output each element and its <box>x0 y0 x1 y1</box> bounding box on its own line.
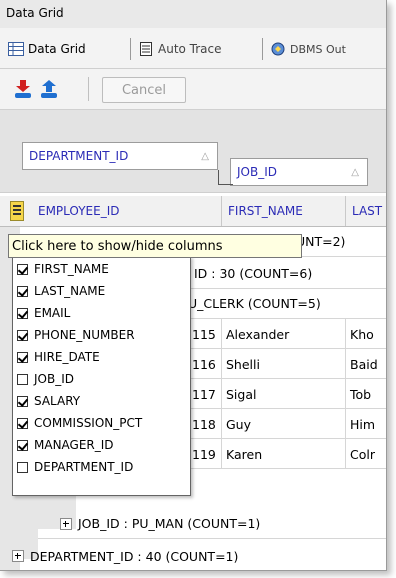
column-option[interactable]: PHONE_NUMBER <box>17 325 135 345</box>
column-option-label: PHONE_NUMBER <box>34 328 135 342</box>
group-chip-department-id[interactable]: DEPARTMENT_ID △ <box>22 142 218 170</box>
checkbox[interactable] <box>17 263 28 275</box>
download-icon[interactable] <box>14 79 32 99</box>
column-option-label: FIRST_NAME <box>34 262 109 276</box>
group-by-panel: DEPARTMENT_ID △ JOB_ID △ <box>0 110 386 193</box>
cell-last-name: Kho <box>350 326 374 342</box>
dbms-output-icon <box>271 42 285 56</box>
cell-employee-id: 116 <box>188 349 222 379</box>
tab-dbms-output[interactable]: DBMS Out <box>270 37 346 61</box>
column-option[interactable]: EMAIL <box>17 303 70 323</box>
group-chip-label: DEPARTMENT_ID <box>29 149 129 163</box>
group-row-label: JOB_ID : PU_MAN (COUNT=1) <box>78 516 261 531</box>
checkbox[interactable] <box>17 285 28 297</box>
cell-last-name: Tob <box>350 386 372 402</box>
sort-asc-icon: △ <box>351 167 359 178</box>
window-title: Data Grid <box>6 6 64 20</box>
group-row-label: U_CLERK (COUNT=5) <box>188 296 321 311</box>
column-option[interactable]: FIRST_NAME <box>17 259 109 279</box>
column-option[interactable]: SALARY <box>17 391 80 411</box>
cell-first-name: Guy <box>222 409 346 439</box>
column-header-employee-id[interactable]: EMPLOYEE_ID <box>28 196 222 226</box>
checkbox[interactable] <box>17 307 28 319</box>
tab-separator <box>262 38 263 60</box>
column-option[interactable]: COMMISSION_PCT <box>17 413 142 433</box>
group-chip-label: JOB_ID <box>237 165 277 179</box>
toolbar-separator <box>88 77 89 101</box>
checkbox[interactable] <box>17 417 28 429</box>
cell-first-name: Shelli <box>222 349 346 379</box>
cancel-button[interactable]: Cancel <box>102 77 186 103</box>
grid-icon <box>8 42 24 56</box>
column-option[interactable]: MANAGER_ID <box>17 435 114 455</box>
checkbox[interactable] <box>17 461 28 473</box>
cell-employee-id: 118 <box>188 409 222 439</box>
group-connector <box>218 170 233 185</box>
tab-strip: Data Grid Auto Trace DBMS Out <box>0 28 386 69</box>
column-header-last-name[interactable]: LAST <box>346 196 386 226</box>
column-option-label: EMAIL <box>34 306 71 320</box>
upload-icon[interactable] <box>40 79 58 99</box>
checkbox[interactable] <box>17 373 28 385</box>
cell-employee-id: 115 <box>188 319 222 349</box>
cell-last-name: Baid <box>350 356 378 372</box>
group-row-label: DEPARTMENT_ID : 40 (COUNT=1) <box>30 548 239 564</box>
expand-icon[interactable] <box>60 517 72 530</box>
column-option-label: SALARY <box>34 394 81 408</box>
data-grid-window: Data Grid Data Grid Auto Trace DBMS Out … <box>0 0 387 571</box>
column-option-label: DEPARTMENT_ID <box>34 460 134 474</box>
cell-last-name: Him <box>350 416 376 432</box>
tab-auto-trace-label: Auto Trace <box>158 42 222 56</box>
group-row[interactable]: JOB_ID : PU_MAN (COUNT=1) <box>38 509 386 539</box>
column-option[interactable]: JOB_ID <box>17 369 74 389</box>
sort-asc-icon: △ <box>201 151 209 162</box>
cell-employee-id: 119 <box>188 439 222 469</box>
column-chooser-tooltip: Click here to show/hide columns <box>8 234 302 258</box>
column-option-label: JOB_ID <box>34 372 74 386</box>
column-option-label: MANAGER_ID <box>34 438 114 452</box>
toolbar: Cancel <box>0 69 386 110</box>
cell-employee-id: 117 <box>188 379 222 409</box>
column-chooser-button[interactable] <box>10 201 24 221</box>
column-option-label: HIRE_DATE <box>34 350 100 364</box>
group-row-label: UNT=2) <box>296 234 346 249</box>
document-icon <box>140 42 152 56</box>
column-chooser-popup: FIRST_NAME LAST_NAME EMAIL PHONE_NUMBER … <box>12 256 191 496</box>
column-option[interactable]: HIRE_DATE <box>17 347 100 367</box>
column-option[interactable]: DEPARTMENT_ID <box>17 457 133 477</box>
tab-auto-trace[interactable]: Auto Trace <box>138 37 222 61</box>
group-chip-job-id[interactable]: JOB_ID △ <box>230 158 368 186</box>
column-option[interactable]: LAST_NAME <box>17 281 105 301</box>
cell-first-name: Karen <box>222 439 346 469</box>
checkbox[interactable] <box>17 439 28 451</box>
tab-data-grid[interactable]: Data Grid <box>8 37 86 61</box>
tab-separator <box>130 38 131 60</box>
tooltip-text: Click here to show/hide columns <box>12 238 223 254</box>
grid-header: EMPLOYEE_ID FIRST_NAME LAST <box>0 196 386 227</box>
column-header-first-name[interactable]: FIRST_NAME <box>222 196 346 226</box>
cell-last-name: Colr <box>350 446 375 462</box>
group-row[interactable]: DEPARTMENT_ID : 40 (COUNT=1) <box>0 541 386 570</box>
checkbox[interactable] <box>17 329 28 341</box>
column-option-label: LAST_NAME <box>34 284 106 298</box>
window-titlebar: Data Grid <box>0 0 386 29</box>
cell-first-name: Alexander <box>222 319 346 349</box>
checkbox[interactable] <box>17 351 28 363</box>
expand-icon[interactable] <box>12 550 24 562</box>
group-row-label: ID : 30 (COUNT=6) <box>194 266 313 281</box>
column-option-label: COMMISSION_PCT <box>34 416 143 430</box>
tab-data-grid-label: Data Grid <box>28 42 86 56</box>
tab-dbms-output-label: DBMS Out <box>290 42 346 56</box>
checkbox[interactable] <box>17 395 28 407</box>
cell-first-name: Sigal <box>222 379 346 409</box>
